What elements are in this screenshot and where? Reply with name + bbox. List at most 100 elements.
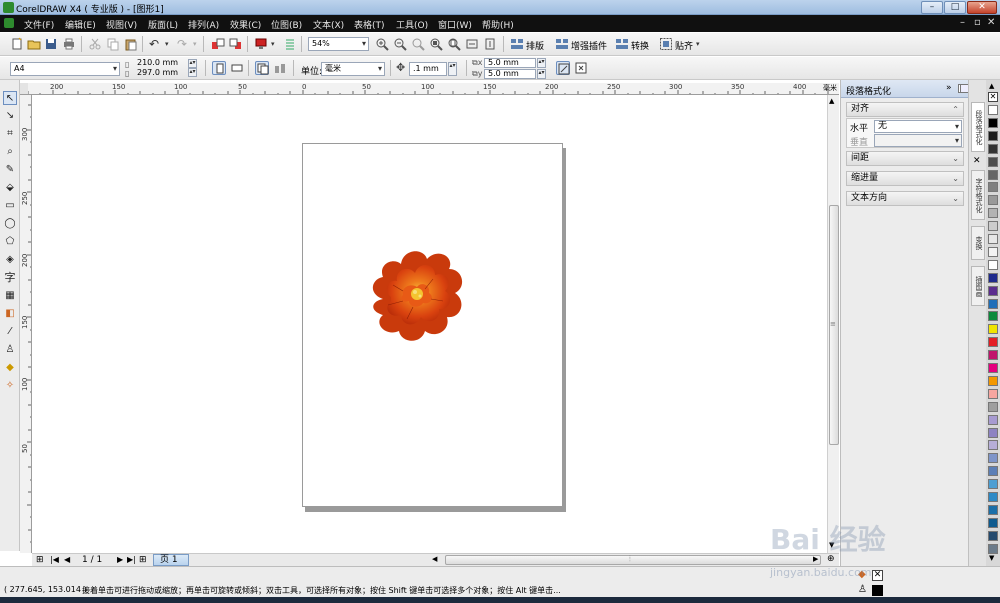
doc-restore-button[interactable]: ▫ (974, 17, 981, 28)
zoom-level-select[interactable]: 54% (308, 37, 369, 51)
scroll-up-icon[interactable]: ▲ (829, 97, 834, 105)
welcome-screen-icon[interactable] (283, 37, 297, 51)
close-button[interactable]: ✕ (967, 1, 997, 14)
ellipse-tool-icon[interactable]: ◯ (3, 217, 17, 231)
expand-chevron-icon[interactable]: ⌄ (952, 192, 959, 205)
fill-none-swatch-icon[interactable]: ✕ (872, 570, 883, 581)
duplicate-x-field[interactable]: 5.0 mm (484, 58, 536, 68)
redo-icon[interactable]: ↷ (177, 37, 191, 51)
color-swatch[interactable] (988, 298, 998, 309)
tab-transform[interactable]: 变换 (971, 226, 985, 260)
color-swatch[interactable] (988, 130, 998, 141)
launcher-dropdown-icon[interactable]: ▾ (271, 40, 275, 48)
vertical-scrollbar[interactable]: ▲ ≡ ▼ (827, 95, 839, 553)
menu-tools[interactable]: 工具(O) (396, 18, 428, 31)
open-icon[interactable] (27, 37, 41, 51)
zoom-selected-icon[interactable] (411, 37, 425, 51)
color-swatch[interactable] (988, 466, 998, 477)
export-icon[interactable] (229, 37, 243, 51)
outline-color-swatch[interactable] (872, 585, 883, 596)
smart-fill-tool-icon[interactable]: ⬙ (3, 181, 17, 195)
color-swatch[interactable] (988, 350, 998, 361)
color-swatch[interactable] (988, 246, 998, 257)
outline-indicator-icon[interactable]: ♙ (858, 584, 867, 595)
menu-edit[interactable]: 编辑(E) (65, 18, 96, 31)
color-swatch[interactable] (988, 105, 998, 115)
expand-chevron-icon[interactable]: ⌄ (952, 172, 959, 185)
current-page-icon[interactable] (273, 61, 287, 75)
horizontal-scroll-thumb[interactable] (445, 555, 821, 565)
duplicate-y-field[interactable]: 5.0 mm (484, 69, 536, 79)
new-icon[interactable] (10, 37, 24, 51)
section-text-direction[interactable]: 文本方向 ⌄ (846, 191, 964, 206)
zoom-page-icon[interactable] (447, 37, 461, 51)
text-tool-icon[interactable]: 字 (3, 271, 17, 285)
color-swatch[interactable] (988, 375, 998, 386)
color-swatch[interactable] (988, 221, 998, 232)
eyedropper-tool-icon[interactable]: ⁄ (3, 325, 17, 339)
color-swatch[interactable] (988, 427, 998, 438)
last-page-icon[interactable]: ▶| (127, 555, 136, 564)
interactive-fill-tool-icon[interactable]: ✧ (3, 379, 17, 393)
page[interactable] (302, 143, 563, 507)
layout-button[interactable]: 排版 (526, 39, 544, 52)
prev-page-icon[interactable]: ◀ (64, 555, 70, 564)
color-swatch[interactable] (988, 117, 998, 128)
minimize-button[interactable]: – (921, 1, 943, 14)
no-color-swatch-icon[interactable]: ✕ (988, 92, 998, 102)
next-page-icon[interactable]: ▶ (117, 555, 123, 564)
color-swatch[interactable] (988, 517, 998, 528)
zoom-all-objects-icon[interactable] (429, 37, 443, 51)
menu-bitmaps[interactable]: 位图(B) (271, 18, 302, 31)
insert-page-before-icon[interactable]: ⊞ (36, 555, 44, 565)
treat-as-filled-icon[interactable] (556, 61, 570, 75)
redo-dropdown-icon[interactable]: ▾ (193, 40, 197, 48)
fill-tool-icon[interactable]: ◆ (3, 361, 17, 375)
menu-window[interactable]: 窗口(W) (438, 18, 472, 31)
menu-help[interactable]: 帮助(H) (482, 18, 514, 31)
copy-icon[interactable] (106, 37, 120, 51)
crop-tool-icon[interactable]: ⌗ (3, 127, 17, 141)
doc-close-button[interactable]: ✕ (987, 17, 995, 28)
collapse-chevron-icon[interactable]: ⌃ (952, 103, 959, 116)
page-tab[interactable]: 页 1 (153, 554, 189, 566)
vertical-align-select[interactable] (874, 134, 962, 147)
menu-arrange[interactable]: 排列(A) (188, 18, 219, 31)
interactive-blend-tool-icon[interactable]: ◧ (3, 307, 17, 321)
drawing-canvas[interactable] (32, 95, 827, 553)
freehand-tool-icon[interactable]: ✎ (3, 163, 17, 177)
color-swatch[interactable] (988, 259, 998, 270)
nudge-distance-field[interactable]: .1 mm (409, 62, 447, 76)
color-swatch[interactable] (988, 337, 998, 348)
docker-expand-icon[interactable]: » (946, 83, 952, 93)
zoom-page-height-icon[interactable] (483, 37, 497, 51)
duplicate-y-spinner[interactable]: ▴▾ (537, 69, 546, 79)
table-tool-icon[interactable]: ▦ (3, 289, 17, 303)
horizontal-ruler[interactable]: 200 150 100 50 0 50 100 150 200 250 300 … (28, 83, 839, 95)
color-swatch[interactable] (988, 414, 998, 425)
outline-tool-icon[interactable]: ♙ (3, 343, 17, 357)
unit-select[interactable]: 毫米 (321, 62, 385, 76)
tab-illustration[interactable]: 插图画 (971, 266, 985, 306)
color-swatch[interactable] (988, 156, 998, 167)
all-pages-icon[interactable] (255, 61, 269, 75)
basic-shapes-tool-icon[interactable]: ◈ (3, 253, 17, 267)
color-swatch[interactable] (988, 285, 998, 296)
maximize-button[interactable]: □ (944, 1, 966, 14)
snap-dropdown-icon[interactable]: ▾ (696, 40, 700, 48)
expand-chevron-icon[interactable]: ⌄ (952, 152, 959, 165)
zoom-tool-icon[interactable]: ⌕ (3, 145, 17, 159)
zoom-page-width-icon[interactable] (465, 37, 479, 51)
rectangle-tool-icon[interactable]: ▭ (3, 199, 17, 213)
paste-icon[interactable] (124, 37, 138, 51)
section-spacing[interactable]: 间距 ⌄ (846, 151, 964, 166)
color-swatch[interactable] (988, 530, 998, 541)
tab-close-icon[interactable]: ✕ (973, 156, 981, 166)
color-swatch[interactable] (988, 143, 998, 154)
nudge-spinner[interactable]: ▴▾ (448, 62, 457, 76)
color-swatch[interactable] (988, 324, 998, 335)
color-swatch[interactable] (988, 272, 998, 283)
height-spinner[interactable]: ▴▾ (188, 68, 197, 77)
application-launcher-icon[interactable] (254, 37, 268, 51)
menu-table[interactable]: 表格(T) (354, 18, 385, 31)
